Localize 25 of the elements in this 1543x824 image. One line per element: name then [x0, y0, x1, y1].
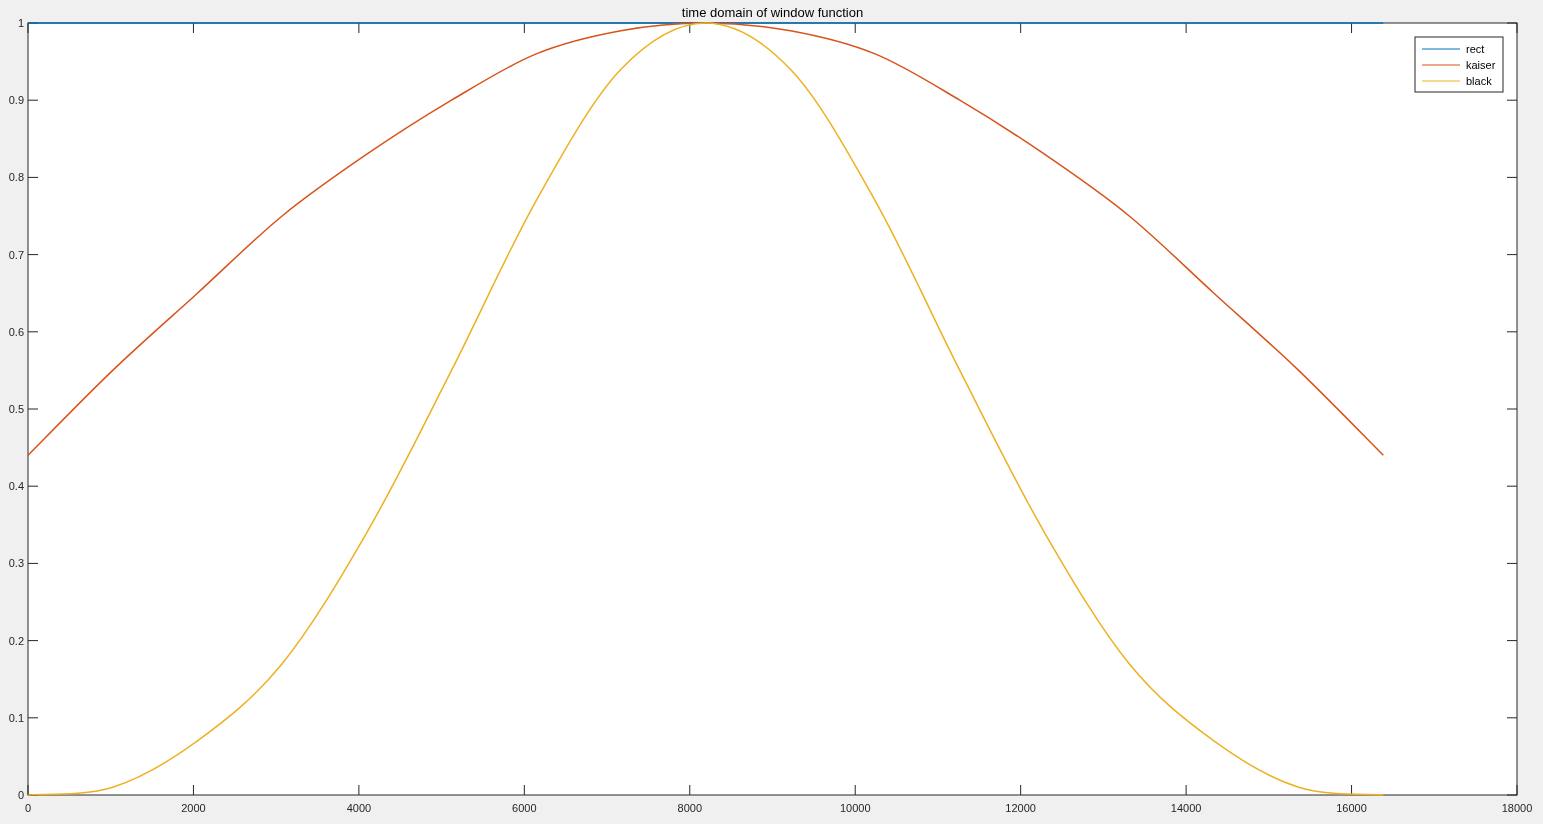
x-tick-label: 10000 [839, 802, 871, 814]
y-tick-label: 0.4 [8, 480, 24, 493]
x-tick-label: 4000 [346, 802, 372, 814]
x-tick-label: 16000 [1336, 802, 1367, 814]
chart-title: time domain of window function [681, 5, 864, 20]
x-tick-label: 2000 [181, 802, 206, 814]
y-tick-label: 0.3 [8, 557, 24, 570]
y-tick-label: 1 [17, 17, 24, 29]
x-tick-label: 18000 [1501, 802, 1533, 814]
y-tick-label: 0.7 [8, 248, 24, 261]
y-tick-label: 0.2 [8, 634, 24, 647]
y-tick-label: 0.6 [8, 325, 24, 338]
y-tick-label: 0.1 [8, 711, 24, 724]
x-tick-label: 6000 [512, 802, 537, 814]
x-tick-label: 8000 [677, 802, 702, 814]
y-tick-label: 0.5 [8, 403, 24, 415]
y-tick-label: 0.9 [8, 94, 24, 107]
legend-label: kaiser [1466, 59, 1496, 71]
x-tick-label: 12000 [1005, 802, 1036, 814]
x-tick-label: 14000 [1170, 802, 1202, 814]
y-tick-label: 0.8 [8, 171, 24, 184]
y-tick-label: 0 [17, 789, 24, 801]
legend-label: black [1466, 75, 1492, 87]
legend-label: rect [1466, 43, 1485, 55]
x-tick-label: 0 [24, 802, 32, 814]
